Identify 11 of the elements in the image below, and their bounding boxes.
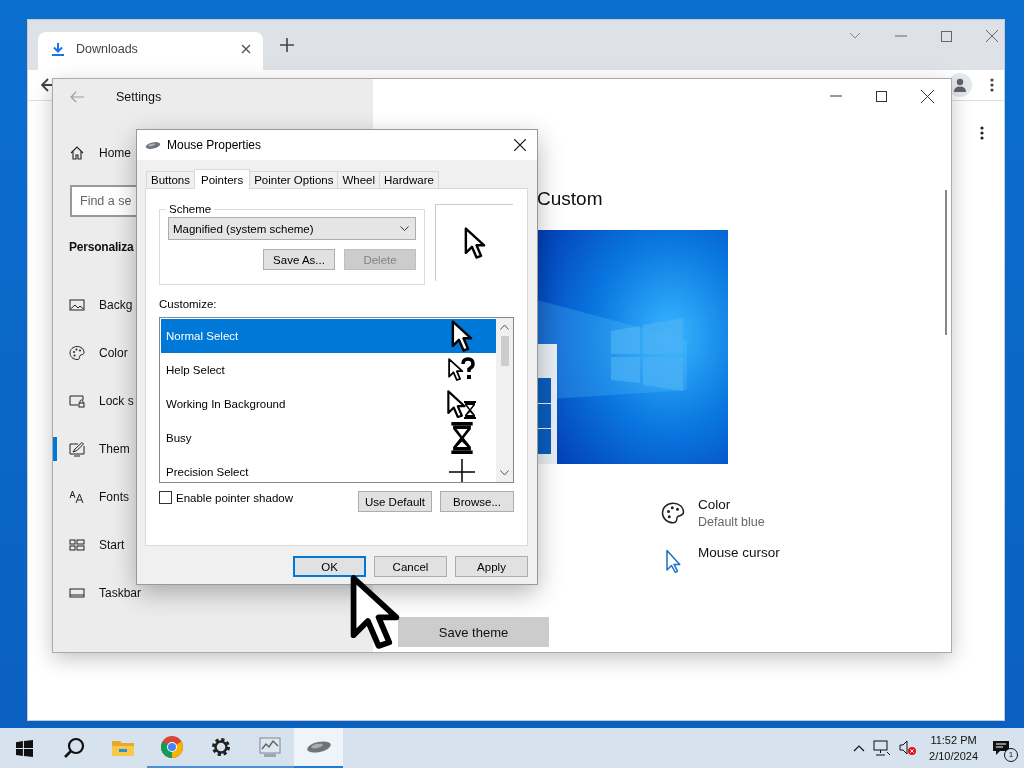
section-heading: Personaliza (69, 239, 134, 256)
window-title: Settings (116, 90, 162, 104)
notification-count: 1 (1004, 748, 1018, 762)
dialog-title: Mouse Properties (167, 138, 262, 152)
list-label: Customize: (159, 297, 218, 311)
option-label: Mouse cursor (698, 545, 780, 560)
theme-heading: Custom (537, 187, 604, 211)
option-label: Color (698, 497, 732, 512)
option-value: Default blue (698, 515, 765, 529)
group-label: Scheme (168, 203, 213, 215)
checkbox-label: Enable pointer shadow (176, 491, 293, 504)
